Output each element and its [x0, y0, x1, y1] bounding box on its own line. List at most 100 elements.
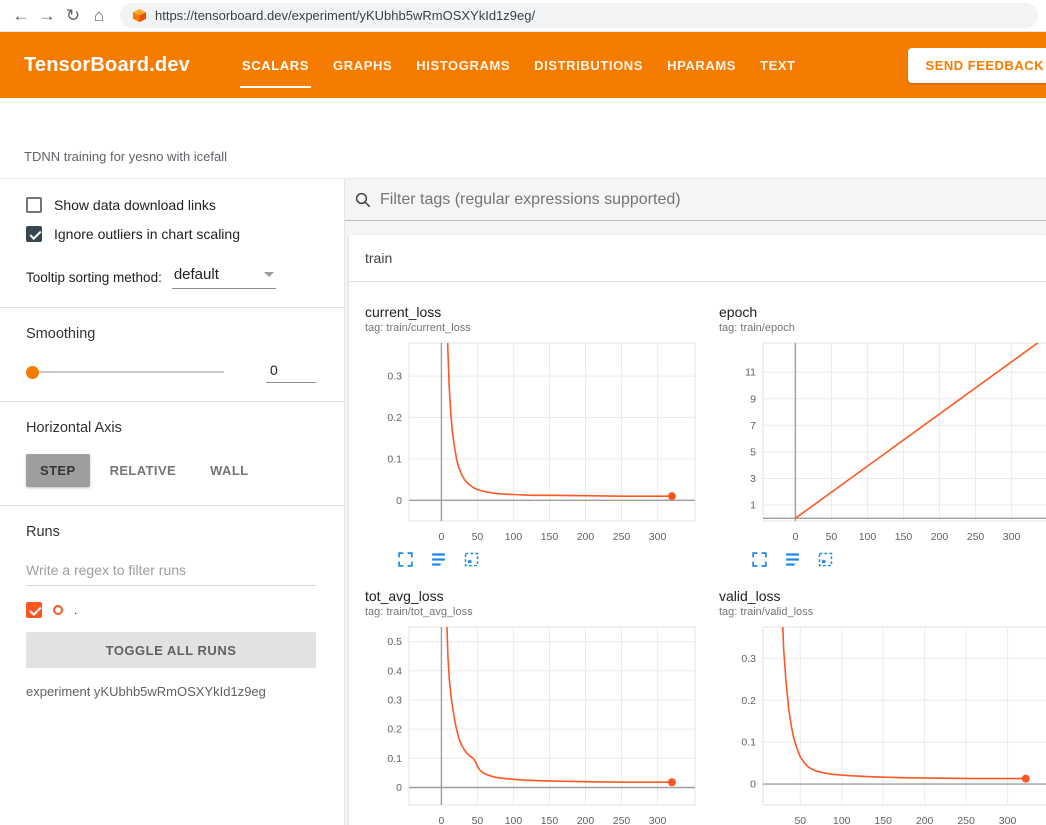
tensorboard-favicon — [132, 8, 147, 23]
svg-text:50: 50 — [826, 531, 838, 543]
svg-text:7: 7 — [750, 420, 756, 432]
chart-tag: tag: train/current_loss — [365, 322, 708, 334]
run-color-swatch-icon — [53, 605, 63, 615]
axis-wall-button[interactable]: WALL — [196, 454, 262, 487]
chart-toolbar — [397, 551, 708, 568]
tab-hparams[interactable]: HPARAMS — [655, 32, 748, 98]
chart-canvas[interactable]: 5010015020025030000.10.20.3 — [717, 621, 1046, 825]
svg-text:100: 100 — [505, 815, 523, 825]
tab-distributions[interactable]: DISTRIBUTIONS — [522, 32, 655, 98]
svg-text:0.1: 0.1 — [741, 737, 756, 749]
chevron-down-icon — [264, 272, 274, 277]
svg-text:0.2: 0.2 — [387, 412, 402, 424]
svg-text:0.2: 0.2 — [387, 724, 402, 736]
svg-text:0: 0 — [438, 815, 444, 825]
browser-toolbar: ← → ↻ ⌂ https://tensorboard.dev/experime… — [0, 0, 1046, 32]
svg-text:50: 50 — [472, 815, 484, 825]
svg-text:0: 0 — [396, 782, 402, 794]
tab-text[interactable]: TEXT — [748, 32, 808, 98]
main-nav: SCALARS GRAPHS HISTOGRAMS DISTRIBUTIONS … — [230, 32, 808, 98]
tag-filter-input[interactable] — [380, 191, 1046, 209]
fit-domain-icon[interactable] — [463, 551, 480, 568]
data-rows-icon[interactable] — [784, 551, 801, 568]
tab-scalars[interactable]: SCALARS — [230, 32, 321, 98]
svg-text:0.2: 0.2 — [741, 695, 756, 707]
svg-text:0: 0 — [792, 531, 798, 543]
back-icon[interactable]: ← — [8, 3, 34, 29]
svg-text:250: 250 — [967, 531, 985, 543]
show-download-links-label: Show data download links — [54, 197, 216, 213]
search-icon — [354, 191, 372, 209]
svg-text:150: 150 — [895, 531, 913, 543]
svg-text:1: 1 — [750, 500, 756, 512]
svg-text:0.4: 0.4 — [387, 665, 402, 677]
send-feedback-button[interactable]: SEND FEEDBACK — [908, 48, 1046, 83]
chart-title: epoch — [719, 304, 1046, 320]
svg-text:150: 150 — [874, 815, 892, 825]
run-checkbox[interactable] — [26, 602, 42, 618]
fit-domain-icon[interactable] — [817, 551, 834, 568]
chart-card-current-loss: current_loss tag: train/current_loss 050… — [363, 294, 708, 578]
axis-step-button[interactable]: STEP — [26, 454, 90, 487]
chart-tag: tag: train/valid_loss — [719, 606, 1046, 618]
horizontal-axis-section: Horizontal Axis STEP RELATIVE WALL — [0, 402, 344, 505]
chart-toolbar — [751, 551, 1046, 568]
svg-text:0.3: 0.3 — [741, 653, 756, 665]
svg-text:300: 300 — [649, 815, 667, 825]
svg-text:200: 200 — [916, 815, 934, 825]
svg-text:0.1: 0.1 — [387, 453, 402, 465]
tab-histograms[interactable]: HISTOGRAMS — [404, 32, 522, 98]
ignore-outliers-checkbox[interactable] — [26, 226, 42, 242]
svg-text:200: 200 — [577, 815, 595, 825]
chart-card-valid-loss: valid_loss tag: train/valid_loss 5010015… — [717, 578, 1046, 825]
run-row[interactable]: . — [26, 602, 316, 618]
tab-graphs[interactable]: GRAPHS — [321, 32, 404, 98]
svg-text:300: 300 — [999, 815, 1017, 825]
smoothing-value-field[interactable]: 0 — [266, 360, 316, 383]
smoothing-slider[interactable] — [26, 365, 224, 379]
section-title[interactable]: train — [349, 235, 1046, 282]
chart-title: tot_avg_loss — [365, 588, 708, 604]
axis-relative-button[interactable]: RELATIVE — [96, 454, 191, 487]
svg-text:250: 250 — [613, 531, 631, 543]
runs-filter-input[interactable] — [26, 558, 316, 586]
svg-text:150: 150 — [541, 531, 559, 543]
svg-text:100: 100 — [859, 531, 877, 543]
ignore-outliers-row[interactable]: Ignore outliers in chart scaling — [26, 226, 316, 242]
expand-chart-icon[interactable] — [397, 551, 414, 568]
chart-tag: tag: train/tot_avg_loss — [365, 606, 708, 618]
reload-icon[interactable]: ↻ — [60, 3, 86, 29]
svg-text:200: 200 — [577, 531, 595, 543]
data-rows-icon[interactable] — [430, 551, 447, 568]
show-download-links-checkbox[interactable] — [26, 197, 42, 213]
horizontal-axis-label: Horizontal Axis — [26, 420, 316, 436]
chart-canvas[interactable]: 0501001502002503001357911 — [717, 337, 1046, 547]
svg-text:0: 0 — [438, 531, 444, 543]
address-bar[interactable]: https://tensorboard.dev/experiment/yKUbh… — [120, 3, 1038, 28]
runs-section: Runs . TOGGLE ALL RUNS experiment yKUbhb… — [0, 506, 344, 717]
toggle-all-runs-button[interactable]: TOGGLE ALL RUNS — [26, 632, 316, 668]
svg-text:11: 11 — [745, 367, 756, 379]
app-header: TensorBoard.dev SCALARS GRAPHS HISTOGRAM… — [0, 32, 1046, 98]
expand-chart-icon[interactable] — [751, 551, 768, 568]
app-title: TensorBoard.dev — [24, 54, 190, 77]
svg-text:200: 200 — [931, 531, 949, 543]
svg-text:100: 100 — [505, 531, 523, 543]
smoothing-section: Smoothing 0 — [0, 308, 344, 401]
chart-canvas[interactable]: 05010015020025030000.10.20.3 — [363, 337, 703, 547]
svg-text:250: 250 — [957, 815, 975, 825]
slider-track — [26, 371, 224, 373]
experiment-title: TDNN training for yesno with icefall — [24, 149, 227, 164]
show-download-links-row[interactable]: Show data download links — [26, 197, 316, 213]
chart-canvas[interactable]: 05010015020025030000.10.20.30.40.5 — [363, 621, 703, 825]
forward-icon[interactable]: → — [34, 3, 60, 29]
url-text[interactable]: https://tensorboard.dev/experiment/yKUbh… — [155, 8, 535, 23]
ignore-outliers-label: Ignore outliers in chart scaling — [54, 226, 240, 242]
scalars-panel: train current_loss tag: train/current_lo… — [345, 179, 1046, 825]
home-icon[interactable]: ⌂ — [86, 3, 112, 29]
slider-thumb[interactable] — [26, 366, 39, 379]
svg-text:0.3: 0.3 — [387, 371, 402, 383]
svg-text:300: 300 — [1003, 531, 1021, 543]
tooltip-sorting-dropdown[interactable]: default — [172, 264, 276, 289]
svg-text:0.5: 0.5 — [387, 636, 402, 648]
